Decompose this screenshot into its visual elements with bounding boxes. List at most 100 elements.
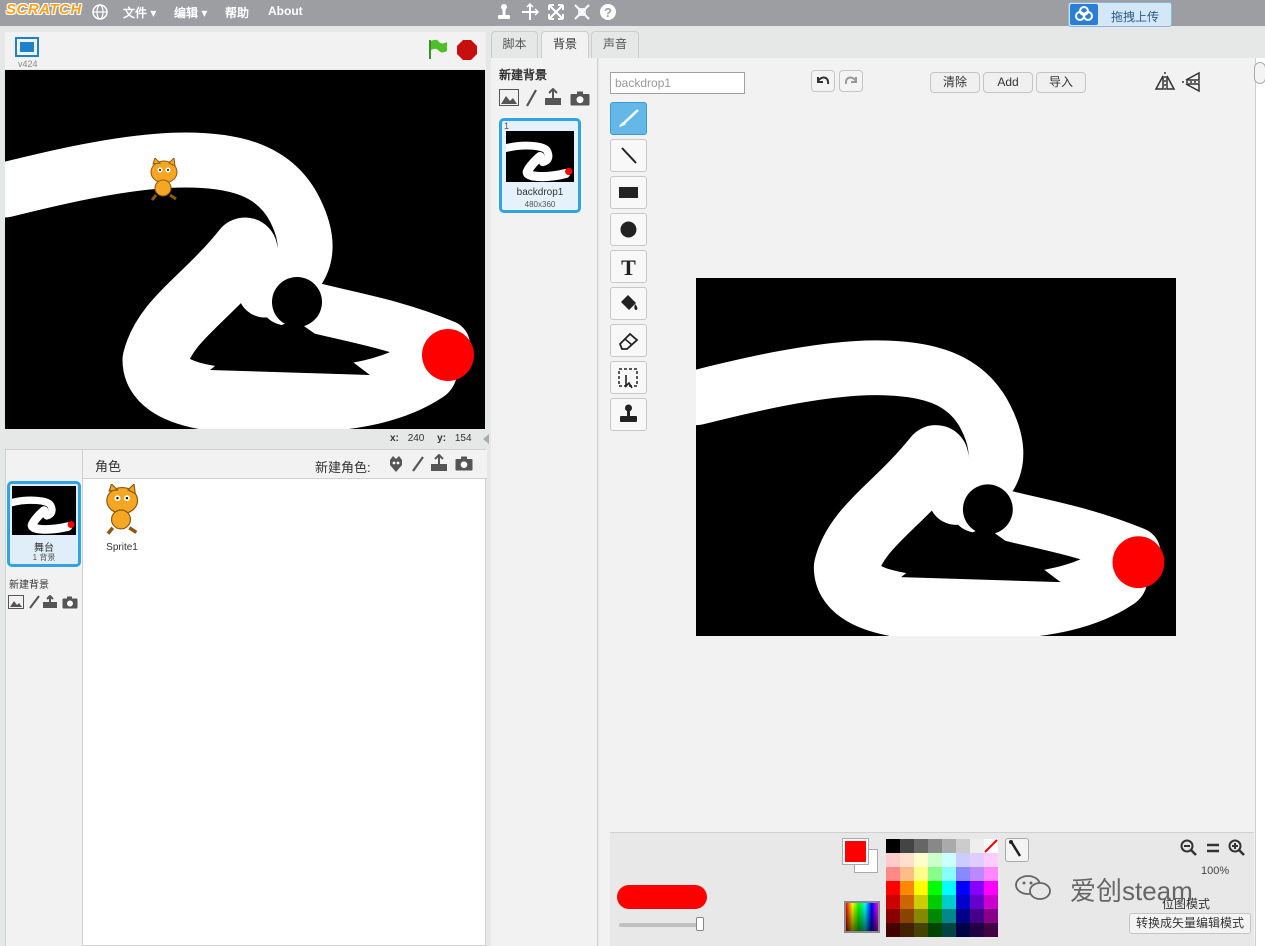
palette-swatch[interactable] [984, 881, 998, 895]
grow-icon[interactable] [546, 2, 566, 22]
flip-vertical-icon[interactable] [1181, 71, 1203, 93]
palette-swatch[interactable] [914, 839, 928, 853]
palette-swatch[interactable] [886, 923, 900, 937]
tab-scripts[interactable]: 脚本 [491, 31, 538, 58]
palette-swatch[interactable] [886, 867, 900, 881]
redo-button[interactable] [839, 70, 863, 92]
palette-swatch[interactable] [886, 909, 900, 923]
palette-swatch[interactable] [984, 909, 998, 923]
help-icon[interactable]: ? [598, 2, 618, 22]
palette-swatch[interactable] [928, 895, 942, 909]
color-picker-gradient[interactable] [844, 901, 880, 933]
scratch-logo[interactable]: SCRATCH [6, 1, 81, 23]
convert-to-vector-button[interactable]: 转换成矢量编辑模式 [1129, 913, 1251, 934]
green-flag-icon[interactable] [425, 37, 449, 61]
palette-swatch[interactable] [970, 923, 984, 937]
palette-swatch[interactable] [942, 923, 956, 937]
palette-swatch[interactable] [956, 853, 970, 867]
palette-swatch[interactable] [956, 881, 970, 895]
cat-sprite[interactable] [143, 156, 183, 202]
brush-size-slider-track[interactable] [619, 923, 701, 927]
palette-swatch[interactable] [900, 839, 914, 853]
menu-help[interactable]: 帮助 [225, 4, 249, 21]
palette-swatch[interactable] [900, 881, 914, 895]
zoom-in-icon[interactable] [1228, 839, 1246, 857]
palette-swatch[interactable] [928, 923, 942, 937]
eyedropper-button[interactable] [1005, 838, 1029, 862]
brush-size-slider-handle[interactable] [696, 917, 704, 931]
camera-sprite-icon[interactable] [455, 456, 473, 471]
palette-swatch[interactable] [970, 853, 984, 867]
palette-swatch[interactable] [928, 909, 942, 923]
eraser-tool[interactable] [610, 324, 647, 357]
zoom-reset-icon[interactable] [1204, 839, 1222, 857]
palette-swatch[interactable] [956, 839, 970, 853]
palette-swatch[interactable] [970, 839, 984, 853]
side-zoom-icon[interactable] [1254, 62, 1265, 84]
stage-canvas[interactable] [5, 70, 485, 429]
palette-swatch[interactable] [928, 853, 942, 867]
palette-swatch[interactable] [984, 853, 998, 867]
cut-icon[interactable] [520, 2, 540, 22]
palette-swatch[interactable] [928, 867, 942, 881]
palette-swatch[interactable] [984, 923, 998, 937]
palette-swatch[interactable] [970, 867, 984, 881]
palette-swatch[interactable] [970, 909, 984, 923]
palette-swatch[interactable] [942, 909, 956, 923]
palette-swatch[interactable] [942, 895, 956, 909]
stop-icon[interactable] [456, 39, 478, 61]
sprite-item[interactable]: Sprite1 [94, 482, 150, 553]
stamp-tool[interactable] [610, 398, 647, 431]
palette-swatch[interactable] [928, 881, 942, 895]
paint-sprite-icon[interactable] [411, 455, 425, 473]
fill-tool[interactable] [610, 287, 647, 320]
palette-swatch[interactable] [928, 839, 942, 853]
palette-swatch[interactable] [914, 881, 928, 895]
paint-canvas[interactable] [696, 278, 1176, 636]
menu-file[interactable]: 文件 ▾ [123, 4, 156, 21]
palette-swatch[interactable] [886, 881, 900, 895]
select-tool[interactable] [610, 361, 647, 394]
paint-backdrop-icon[interactable] [28, 595, 40, 609]
palette-swatch[interactable] [984, 895, 998, 909]
import-button[interactable]: 导入 [1036, 72, 1086, 93]
palette-swatch[interactable] [984, 867, 998, 881]
palette-swatch[interactable] [900, 895, 914, 909]
language-globe-icon[interactable] [91, 3, 109, 21]
backdrop-library-icon[interactable] [499, 89, 519, 106]
palette-swatch[interactable] [900, 853, 914, 867]
flip-horizontal-icon[interactable] [1154, 71, 1176, 93]
palette-swatch[interactable] [956, 895, 970, 909]
palette-swatch[interactable] [886, 839, 900, 853]
backdrop-item[interactable]: 1 backdrop1 480x360 [499, 118, 581, 213]
palette-swatch[interactable] [956, 909, 970, 923]
menu-edit[interactable]: 编辑 ▾ [174, 4, 207, 21]
palette-swatch[interactable] [984, 839, 998, 853]
camera-backdrop-icon[interactable] [62, 596, 78, 609]
palette-swatch[interactable] [914, 853, 928, 867]
sprite-library-icon[interactable] [387, 455, 405, 473]
rectangle-tool[interactable] [610, 176, 647, 209]
palette-swatch[interactable] [956, 867, 970, 881]
brush-tool[interactable] [610, 102, 647, 135]
palette-swatch[interactable] [886, 853, 900, 867]
palette-swatch[interactable] [914, 909, 928, 923]
undo-button[interactable] [811, 70, 835, 92]
upload-sprite-icon[interactable] [430, 453, 448, 472]
clear-button[interactable]: 清除 [930, 72, 980, 93]
palette-swatch[interactable] [942, 881, 956, 895]
palette-swatch[interactable] [970, 881, 984, 895]
palette-swatch[interactable] [942, 839, 956, 853]
palette-swatch[interactable] [970, 895, 984, 909]
shrink-icon[interactable] [572, 2, 592, 22]
palette-swatch[interactable] [886, 895, 900, 909]
tab-backdrops[interactable]: 背景 [541, 31, 589, 59]
palette-swatch[interactable] [900, 923, 914, 937]
palette-swatch[interactable] [942, 867, 956, 881]
zoom-out-icon[interactable] [1180, 839, 1198, 857]
palette-swatch[interactable] [914, 895, 928, 909]
palette-swatch[interactable] [956, 923, 970, 937]
line-tool[interactable] [610, 139, 647, 172]
palette-swatch[interactable] [914, 867, 928, 881]
text-tool[interactable]: T [610, 250, 647, 283]
